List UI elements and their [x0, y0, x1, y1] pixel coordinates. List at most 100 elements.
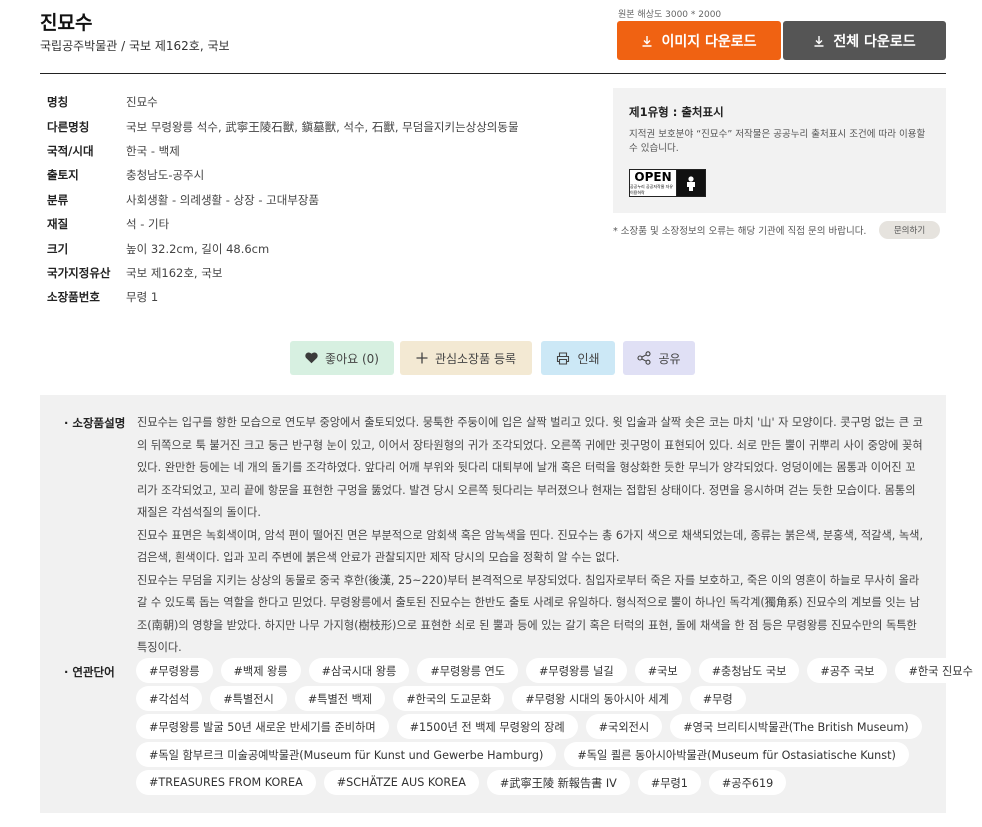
share-button[interactable]: 공유 — [623, 341, 695, 375]
print-button[interactable]: 인쇄 — [541, 341, 615, 375]
like-label: 좋아요 (0) — [325, 351, 379, 366]
license-box: 제1유형 : 출처표시 지적권 보호분야 “진묘수” 저작물은 공공누리 출처표… — [613, 88, 946, 213]
heart-icon — [305, 352, 318, 364]
tag-item[interactable]: #각섬석 — [136, 686, 203, 711]
tag-row: #무령왕릉 #백제 왕릉 #삼국시대 왕릉 #무령왕릉 연도 #무령왕릉 널길 … — [136, 658, 982, 686]
tag-row: #TREASURES FROM KOREA #SCHÄTZE AUS KOREA… — [136, 770, 936, 798]
tag-item[interactable]: #무령왕 시대의 동아시아 세계 — [512, 686, 682, 711]
info-label: 다른명칭 — [47, 119, 90, 134]
open-logo-word: OPEN — [634, 169, 672, 184]
tag-item[interactable]: #국보 — [634, 658, 691, 683]
tag-item[interactable]: #특별전시 — [210, 686, 287, 711]
info-label: 재질 — [47, 217, 69, 232]
add-favorite-label: 관심소장품 등록 — [434, 351, 517, 366]
tag-item[interactable]: #TREASURES FROM KOREA — [136, 770, 316, 795]
tag-item[interactable]: #국외전시 — [585, 714, 663, 739]
error-notice: * 소장품 및 소장정보의 오류는 해당 기관에 직접 문의 바랍니다. — [613, 226, 867, 237]
license-text: 지적권 보호분야 “진묘수” 저작물은 공공누리 출처표시 조건에 따라 이용할… — [629, 129, 926, 154]
info-row: 국가지정유산 국보 제162호, 국보 — [47, 261, 519, 285]
tag-item[interactable]: #무령왕릉 연도 — [417, 658, 519, 683]
open-logo-sub: 공공누리 공공저작물 자유이용허락 — [630, 183, 674, 195]
info-value: 진묘수 — [126, 95, 158, 110]
info-label: 국가지정유산 — [47, 265, 111, 280]
tag-item[interactable]: #무령왕릉 — [136, 658, 213, 683]
info-value: 사회생활 - 의례생활 - 상장 - 고대부장품 — [126, 192, 320, 207]
tag-item[interactable]: #무령왕릉 발굴 50년 새로운 반세기를 준비하며 — [136, 714, 389, 739]
printer-icon — [557, 351, 570, 365]
info-table: 명칭 진묘수 다른명칭 국보 무령왕릉 석수, 武寧王陵石獸, 鎭墓獸, 석수, 石… — [47, 90, 519, 310]
tag-item[interactable]: #武寧王陵 新報告書 IV — [486, 770, 630, 795]
like-button[interactable]: 좋아요 (0) — [290, 341, 394, 375]
tag-item[interactable]: #한국 진묘수 — [895, 658, 982, 683]
attribution-icon — [677, 170, 705, 196]
info-row: 출토지 충청남도-공주시 — [47, 163, 519, 187]
page-subtitle: 국립공주박물관 / 국보 제162호, 국보 — [40, 39, 230, 53]
info-label: 출토지 — [47, 168, 79, 183]
open-logo-left: OPEN 공공누리 공공저작물 자유이용허락 — [630, 170, 677, 196]
info-value: 높이 32.2cm, 길이 48.6cm — [126, 241, 270, 256]
license-title: 제1유형 : 출처표시 — [629, 105, 724, 119]
tag-item[interactable]: #독일 쾰른 동아시아박물관(Museum für Ostasiatische … — [564, 742, 909, 767]
tag-item[interactable]: #삼국시대 왕릉 — [308, 658, 410, 683]
info-value: 국보 제162호, 국보 — [126, 265, 223, 280]
tag-item[interactable]: #공주619 — [708, 770, 787, 795]
tag-row: #각섬석 #특별전시 #특별전 백제 #한국의 도교문화 #무령왕 시대의 동아… — [136, 686, 936, 714]
description-text: 진묘수는 입구를 향한 모습으로 연도부 중앙에서 출토되었다. 뭉툭한 주둥이… — [137, 412, 923, 660]
info-row: 분류 사회생활 - 의례생활 - 상장 - 고대부장품 — [47, 188, 519, 212]
tag-item[interactable]: #SCHÄTZE AUS KOREA — [323, 770, 479, 795]
add-favorite-button[interactable]: 관심소장품 등록 — [400, 341, 532, 375]
description-paragraph: 진묘수 표면은 녹회색이며, 암석 편이 떨어진 면은 부분적으로 암회색 혹은… — [137, 528, 923, 565]
download-all-label: 전체 다운로드 — [833, 33, 916, 50]
share-label: 공유 — [658, 351, 681, 366]
print-label: 인쇄 — [577, 351, 600, 366]
tag-item[interactable]: #특별전 백제 — [294, 686, 386, 711]
info-label: 국적/시대 — [47, 143, 94, 158]
tag-item[interactable]: #무령1 — [637, 770, 701, 795]
download-image-label: 이미지 다운로드 — [661, 33, 757, 50]
tag-item[interactable]: #1500년 전 백제 무령왕의 장례 — [396, 714, 578, 739]
page-title: 진묘수 — [40, 12, 93, 34]
inquiry-button[interactable]: 문의하기 — [879, 221, 940, 239]
description-paragraph: 진묘수는 무덤을 지키는 상상의 동물로 중국 후한(後漢, 25~220)부터… — [137, 573, 920, 655]
info-value: 석 - 기타 — [126, 217, 170, 232]
resolution-info: 원본 해상도 3000 * 2000 — [618, 10, 722, 20]
tag-item[interactable]: #충청남도 국보 — [698, 658, 800, 683]
info-value: 국보 무령왕릉 석수, 武寧王陵石獸, 鎭墓獸, 석수, 石獸, 무덤을지키는상… — [126, 119, 519, 134]
tag-item[interactable]: #영국 브리티시박물관(The British Museum) — [670, 714, 922, 739]
tag-item[interactable]: #무령왕릉 널길 — [526, 658, 627, 683]
tag-row: #독일 함부르크 미술공예박물관(Museum für Kunst und Ge… — [136, 742, 936, 770]
download-icon — [814, 35, 824, 47]
description-paragraph: 진묘수는 입구를 향한 모습으로 연도부 중앙에서 출토되었다. 뭉툭한 주둥이… — [137, 416, 923, 519]
action-bar: 좋아요 (0) 관심소장품 등록 인쇄 공유 — [0, 341, 982, 375]
info-label: 소장품번호 — [47, 290, 100, 305]
info-value: 무령 1 — [126, 290, 159, 305]
tag-item[interactable]: #독일 함부르크 미술공예박물관(Museum für Kunst und Ge… — [136, 742, 557, 767]
download-image-button[interactable]: 이미지 다운로드 — [617, 21, 781, 60]
info-label: 명칭 — [47, 95, 69, 110]
related-words-label: 연관단어 — [64, 664, 114, 680]
tag-item[interactable]: #백제 왕릉 — [220, 658, 301, 683]
share-icon — [637, 351, 652, 365]
tag-item[interactable]: #공주 국보 — [807, 658, 888, 683]
info-row: 명칭 진묘수 — [47, 90, 519, 114]
info-row: 크기 높이 32.2cm, 길이 48.6cm — [47, 236, 519, 260]
info-row: 소장품번호 무령 1 — [47, 285, 519, 309]
info-label: 분류 — [47, 192, 69, 207]
tag-item[interactable]: #무령 — [689, 686, 746, 711]
info-row: 다른명칭 국보 무령왕릉 석수, 武寧王陵石獸, 鎭墓獸, 석수, 石獸, 무덤을… — [47, 114, 519, 138]
tag-row: #무령왕릉 발굴 50년 새로운 반세기를 준비하며 #1500년 전 백제 무… — [136, 714, 936, 742]
info-value: 충청남도-공주시 — [126, 168, 205, 183]
kogl-open-logo[interactable]: OPEN 공공누리 공공저작물 자유이용허락 — [629, 169, 706, 197]
download-all-button[interactable]: 전체 다운로드 — [783, 21, 946, 60]
tag-item[interactable]: #한국의 도교문화 — [393, 686, 505, 711]
download-icon — [642, 35, 652, 47]
description-label: 소장품설명 — [64, 415, 125, 431]
description-section: 소장품설명 진묘수는 입구를 향한 모습으로 연도부 중앙에서 출토되었다. 뭉… — [40, 395, 982, 813]
related-tags: #무령왕릉 #백제 왕릉 #삼국시대 왕릉 #무령왕릉 연도 #무령왕릉 널길 … — [136, 658, 982, 798]
info-value: 한국 - 백제 — [126, 143, 180, 158]
info-label: 크기 — [47, 241, 69, 256]
plus-icon — [416, 352, 428, 364]
page-header: 진묘수 국립공주박물관 / 국보 제162호, 국보 원본 해상도 3000 *… — [40, 0, 946, 74]
info-row: 국적/시대 한국 - 백제 — [47, 139, 519, 163]
info-row: 재질 석 - 기타 — [47, 212, 519, 236]
